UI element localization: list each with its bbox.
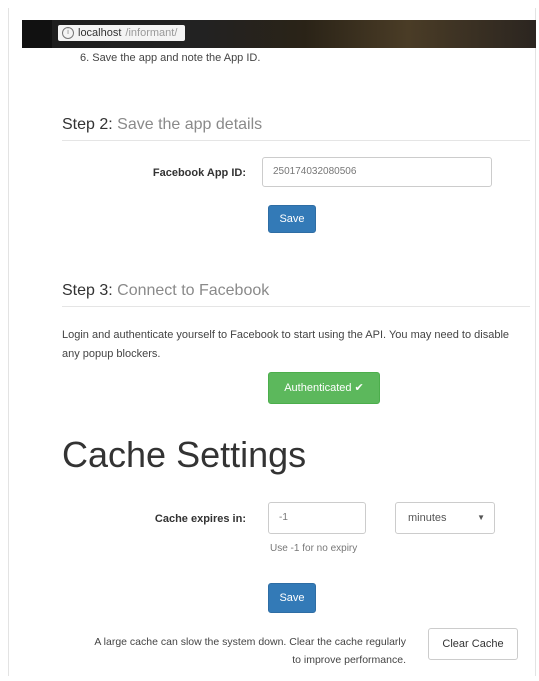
cache-note: A large cache can slow the system down. … [94, 636, 406, 666]
browser-corner [22, 20, 52, 48]
cache-unit-value: minutes [408, 512, 447, 524]
step3-description: Login and authenticate yourself to Faceb… [62, 329, 510, 360]
step1-last-item: 6. Save the app and note the App ID. [80, 52, 261, 64]
app-id-input[interactable]: 250174032080506 [262, 157, 492, 187]
app-id-label: Facebook App ID: [152, 167, 246, 179]
step3-heading: Step 3: Connect to Facebook [62, 282, 530, 307]
cache-settings-title: Cache Settings [62, 434, 307, 475]
browser-address-bar: i localhost/informant/ [22, 20, 536, 48]
step2-prefix: Step 2: [62, 116, 113, 133]
cache-unit-select[interactable]: minutes ▼ [395, 502, 495, 534]
info-icon: i [62, 27, 74, 39]
cache-expires-input[interactable]: -1 [268, 502, 366, 534]
step2-title: Save the app details [117, 116, 263, 133]
save-app-button[interactable]: Save [268, 205, 316, 233]
authenticated-button[interactable]: Authenticated ✔ [268, 372, 380, 404]
cache-expires-label: Cache expires in: [154, 513, 246, 525]
url-field[interactable]: i localhost/informant/ [58, 25, 186, 41]
url-host: localhost [78, 27, 122, 39]
save-cache-button[interactable]: Save [268, 583, 316, 613]
step2-heading: Step 2: Save the app details [62, 116, 530, 141]
step3-title: Connect to Facebook [117, 282, 270, 299]
clear-cache-button[interactable]: Clear Cache [428, 628, 518, 660]
step3-prefix: Step 3: [62, 282, 113, 299]
cache-help-text: Use -1 for no expiry [270, 543, 358, 554]
url-path: /informant/ [125, 27, 178, 39]
caret-down-icon: ▼ [477, 513, 485, 522]
